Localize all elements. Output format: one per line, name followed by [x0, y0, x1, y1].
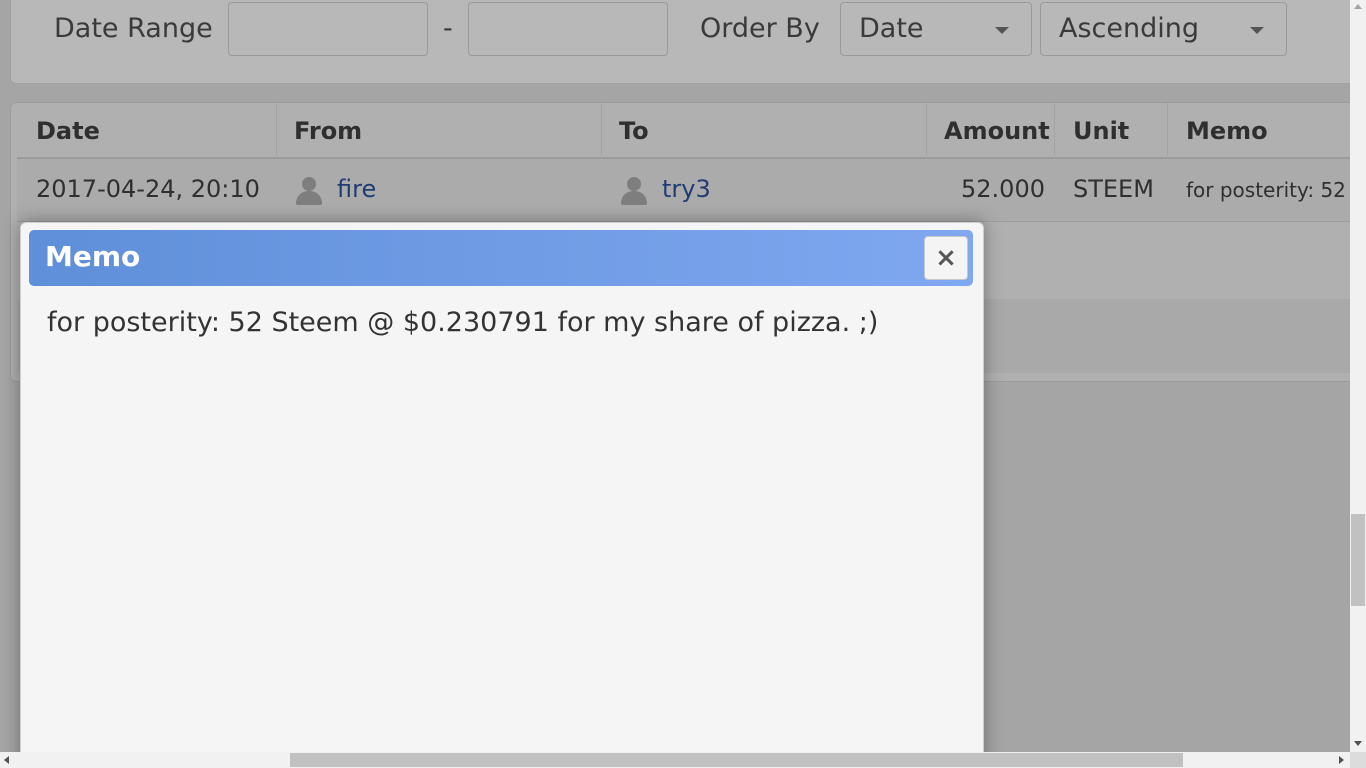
column-header-amount[interactable]: Amount — [944, 117, 1050, 145]
order-by-label: Order By — [700, 13, 820, 44]
order-by-value: Date — [859, 13, 924, 44]
order-direction-select[interactable]: Ascending — [1040, 2, 1287, 56]
order-by-select[interactable]: Date — [840, 2, 1032, 56]
to-user-link[interactable]: try3 — [662, 175, 711, 203]
chevron-down-icon — [1250, 27, 1264, 34]
vertical-scroll-thumb[interactable] — [1351, 514, 1365, 606]
dialog-title: Memo — [45, 240, 141, 273]
order-direction-value: Ascending — [1059, 13, 1199, 44]
memo-dialog: Memo × for posterity: 52 Steem @ $0.2307… — [20, 222, 984, 752]
table-row: 2017-04-24, 20:10 fire try3 52.000 STEEM… — [17, 159, 1350, 222]
scroll-left-arrow-icon[interactable] — [4, 756, 9, 764]
cell-date: 2017-04-24, 20:10 — [36, 175, 260, 203]
memo-text: for posterity: 52 Steem @ $0.230791 for … — [47, 307, 879, 338]
table-header: Date From To Amount Unit Memo — [17, 103, 1350, 159]
date-range-separator: - — [443, 13, 453, 44]
column-header-memo[interactable]: Memo — [1186, 117, 1268, 145]
column-header-to[interactable]: To — [619, 117, 649, 145]
from-user-link[interactable]: fire — [337, 175, 376, 203]
user-icon — [619, 177, 649, 205]
filter-panel: Date Range - Order By Date Ascending — [10, 0, 1350, 84]
cell-amount: 52.000 — [961, 175, 1045, 203]
column-header-from[interactable]: From — [294, 117, 362, 145]
date-to-input[interactable] — [468, 2, 668, 56]
user-icon — [294, 177, 324, 205]
horizontal-scrollbar[interactable] — [0, 752, 1350, 768]
scroll-right-arrow-icon[interactable] — [1339, 756, 1344, 764]
horizontal-scroll-thumb[interactable] — [290, 753, 1183, 767]
chevron-down-icon — [995, 27, 1009, 34]
vertical-scrollbar[interactable] — [1350, 0, 1366, 752]
date-range-label: Date Range — [54, 13, 213, 44]
cell-memo[interactable]: for posterity: 52 Steem @ $0.230791 for … — [1186, 178, 1350, 202]
cell-unit: STEEM — [1073, 175, 1154, 203]
scroll-up-arrow-icon[interactable] — [1354, 4, 1362, 9]
scroll-down-arrow-icon[interactable] — [1354, 741, 1362, 746]
column-header-unit[interactable]: Unit — [1073, 117, 1129, 145]
dialog-header: Memo × — [29, 230, 973, 286]
scrollbar-corner — [1350, 752, 1366, 768]
date-from-input[interactable] — [228, 2, 428, 56]
column-header-date[interactable]: Date — [36, 117, 100, 145]
close-icon: × — [935, 243, 957, 273]
page: Date Range - Order By Date Ascending Dat… — [0, 0, 1350, 752]
close-button[interactable]: × — [924, 236, 968, 280]
